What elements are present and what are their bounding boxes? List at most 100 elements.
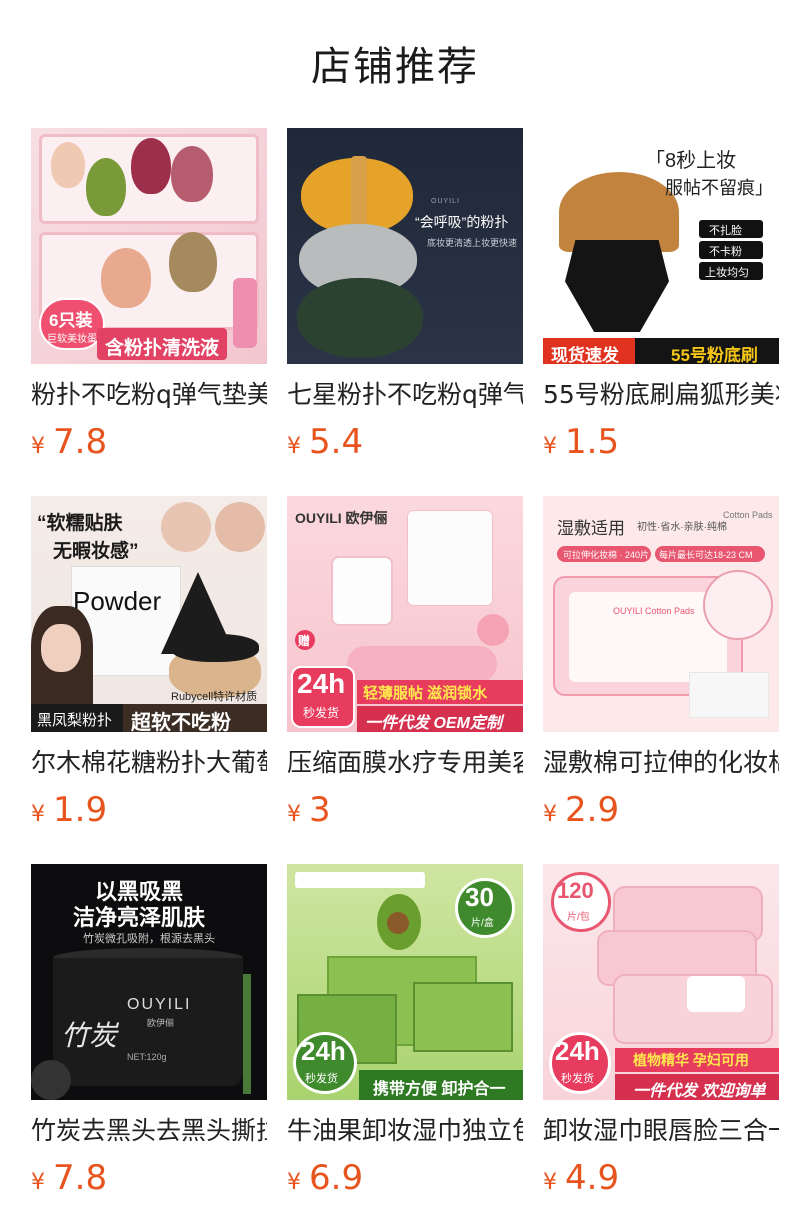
product-image[interactable]: 6只装 巨软美妆蛋 含粉扑清洗液 (31, 128, 267, 364)
hours-badge: 24h (555, 1036, 600, 1066)
product-title[interactable]: 七星粉扑不吃粉q弹气垫 (287, 380, 523, 410)
image-brand: OUYILI 欧伊俪 (295, 510, 388, 526)
price-value: 1.5 (565, 422, 620, 462)
slogan: 植物精华 孕妇可用 (633, 1052, 749, 1068)
headline: 湿敷适用 (557, 519, 625, 538)
hours-badge: 24h (301, 1036, 346, 1066)
product-price: ¥ 1.5 (543, 422, 779, 462)
price-value: 7.8 (53, 1158, 108, 1198)
badge-sub: 巨软美妆蛋 (47, 334, 97, 345)
price-value: 6.9 (309, 1158, 364, 1198)
product-title[interactable]: 55号粉底刷扁狐形美妆刷 (543, 380, 779, 410)
product-card[interactable]: “软糯贴肤 无暇妆感” Powder Rubycell特许材质 黑凤梨粉扑 超软… (31, 496, 267, 864)
gift-tag: 赠 (298, 634, 311, 648)
product-card[interactable]: 6只装 巨软美妆蛋 含粉扑清洗液 粉扑不吃粉q弹气垫美妆蛋 ¥ 7.8 (31, 128, 267, 496)
product-title[interactable]: 牛油果卸妆湿巾独立包装 (287, 1116, 523, 1146)
jar-brand-cn: 欧伊俪 (147, 1018, 175, 1028)
pill-2: 每片最长可达18-23 CM (659, 550, 753, 560)
product-title[interactable]: 卸妆湿巾眼唇脸三合一 (543, 1116, 779, 1146)
jar-brand: OUYILI (127, 996, 192, 1013)
feature-1: 不扎脸 (709, 225, 742, 237)
feature-3: 上妆均匀 (705, 267, 749, 279)
headline-2: 无暇妆感” (53, 541, 139, 562)
product-card[interactable]: 30 片/盒 24h 秒发货 携带方便 卸护合一 牛油果卸妆湿巾独立包装 ¥ 6… (287, 864, 523, 1232)
product-title[interactable]: 压缩面膜水疗专用美容院 (287, 748, 523, 778)
headline-2: 洁净亮泽肌肤 (73, 905, 206, 930)
image-tagline: “会呼吸”的粉扑 (415, 214, 509, 230)
product-price: ¥ 7.8 (31, 422, 267, 462)
count-badge: 120 (557, 878, 594, 903)
hours-sub: 秒发货 (561, 1073, 594, 1085)
currency-symbol: ¥ (543, 434, 557, 459)
image-sub: 底妆更清透上妆更快速 (427, 238, 518, 248)
product-card[interactable]: “会呼吸”的粉扑 底妆更清透上妆更快速 OUYILI 七星粉扑不吃粉q弹气垫 ¥… (287, 128, 523, 496)
feature-2: 不卡粉 (709, 246, 742, 258)
headline-2: 服帖不留痕」 (665, 178, 773, 198)
price-value: 2.9 (565, 790, 620, 830)
brand-tag: Rubycell特许材质 (171, 691, 258, 703)
product-image[interactable]: 「8秒上妆 服帖不留痕」 不扎脸 不卡粉 上妆均匀 现货速发 55号粉底刷 (543, 128, 779, 364)
product-price: ¥ 5.4 (287, 422, 523, 462)
product-card[interactable]: 「8秒上妆 服帖不留痕」 不扎脸 不卡粉 上妆均匀 现货速发 55号粉底刷 55… (543, 128, 779, 496)
slogan: 轻薄服帖 滋润锁水 (363, 685, 488, 702)
page-title: 店铺推荐 (311, 44, 479, 90)
product-title[interactable]: 竹炭去黑头去黑头撕拉膜 (31, 1116, 267, 1146)
hours-sub: 秒发货 (303, 706, 340, 720)
product-card[interactable]: OUYILI 欧伊俪 赠 24h 秒发货 轻薄服帖 滋润锁水 一件代发 OEM定… (287, 496, 523, 864)
banner-left: 黑凤梨粉扑 (37, 712, 113, 729)
product-price: ¥ 7.8 (31, 1158, 267, 1198)
product-image[interactable]: 120 片/包 24h 秒发货 植物精华 孕妇可用 一件代发 欢迎询单 (543, 864, 779, 1100)
jar-net: NET:120g (127, 1052, 167, 1062)
price-value: 1.9 (53, 790, 108, 830)
jar-cn: 竹炭 (61, 1020, 118, 1051)
price-value: 5.4 (309, 422, 364, 462)
banner-right: 超软不吃粉 (131, 712, 231, 732)
product-price: ¥ 1.9 (31, 790, 267, 830)
currency-symbol: ¥ (287, 802, 301, 827)
box-text: Powder (73, 586, 162, 616)
page-header: 店铺推荐 (0, 0, 790, 128)
pill-1: 可拉伸化妆棉 · 240片 (563, 550, 650, 560)
currency-symbol: ¥ (287, 434, 301, 459)
banner-text: 含粉扑清洗液 (105, 338, 220, 359)
currency-symbol: ¥ (543, 802, 557, 827)
product-image[interactable]: “会呼吸”的粉扑 底妆更清透上妆更快速 OUYILI (287, 128, 523, 364)
product-image[interactable]: 湿敷适用 初性·省水·亲肤·纯棉 Cotton Pads 可拉伸化妆棉 · 24… (543, 496, 779, 732)
product-grid: 6只装 巨软美妆蛋 含粉扑清洗液 粉扑不吃粉q弹气垫美妆蛋 ¥ 7.8 “会呼吸… (31, 128, 779, 1232)
currency-symbol: ¥ (543, 1170, 557, 1195)
count-badge: 30 (465, 882, 494, 912)
hours-badge: 24h (297, 668, 346, 699)
badge-count: 6只装 (49, 311, 93, 330)
product-price: ¥ 2.9 (543, 790, 779, 830)
product-image[interactable]: OUYILI 欧伊俪 赠 24h 秒发货 轻薄服帖 滋润锁水 一件代发 OEM定… (287, 496, 523, 732)
product-card[interactable]: 湿敷适用 初性·省水·亲肤·纯棉 Cotton Pads 可拉伸化妆棉 · 24… (543, 496, 779, 864)
product-image[interactable]: 30 片/盒 24h 秒发货 携带方便 卸护合一 (287, 864, 523, 1100)
currency-symbol: ¥ (31, 434, 45, 459)
headline-sub: 初性·省水·亲肤·纯棉 (637, 522, 727, 533)
image-brand: OUYILI (431, 198, 460, 205)
banner-text: 一件代发 欢迎询单 (633, 1083, 766, 1100)
product-image[interactable]: “软糯贴肤 无暇妆感” Powder Rubycell特许材质 黑凤梨粉扑 超软… (31, 496, 267, 732)
product-title[interactable]: 尔木棉花糖粉扑大葡萄 (31, 748, 267, 778)
count-unit: 片/包 (567, 912, 590, 923)
banner-text: 一件代发 OEM定制 (365, 715, 502, 732)
product-title[interactable]: 湿敷棉可拉伸的化妆棉 (543, 748, 779, 778)
box-label: OUYILI Cotton Pads (613, 606, 695, 616)
product-card[interactable]: 120 片/包 24h 秒发货 植物精华 孕妇可用 一件代发 欢迎询单 卸妆湿巾… (543, 864, 779, 1232)
currency-symbol: ¥ (31, 1170, 45, 1195)
banner-right: 55号粉底刷 (671, 346, 758, 364)
product-image[interactable]: 以黑吸黑 洁净亮泽肌肤 竹炭微孔吸附，根源去黑头 OUYILI 欧伊俪 竹炭 N… (31, 864, 267, 1100)
product-title[interactable]: 粉扑不吃粉q弹气垫美妆蛋 (31, 380, 267, 410)
image-sub: 竹炭微孔吸附，根源去黑头 (83, 933, 215, 945)
headline-1: “软糯贴肤 (37, 513, 123, 534)
currency-symbol: ¥ (287, 1170, 301, 1195)
banner-left: 现货速发 (551, 346, 619, 364)
price-value: 3 (309, 790, 331, 830)
banner-text: 携带方便 卸护合一 (373, 1081, 506, 1098)
product-price: ¥ 6.9 (287, 1158, 523, 1198)
headline-1: 「8秒上妆 (645, 150, 737, 172)
hours-sub: 秒发货 (305, 1073, 338, 1085)
product-card[interactable]: 以黑吸黑 洁净亮泽肌肤 竹炭微孔吸附，根源去黑头 OUYILI 欧伊俪 竹炭 N… (31, 864, 267, 1232)
price-value: 7.8 (53, 422, 108, 462)
product-price: ¥ 3 (287, 790, 523, 830)
